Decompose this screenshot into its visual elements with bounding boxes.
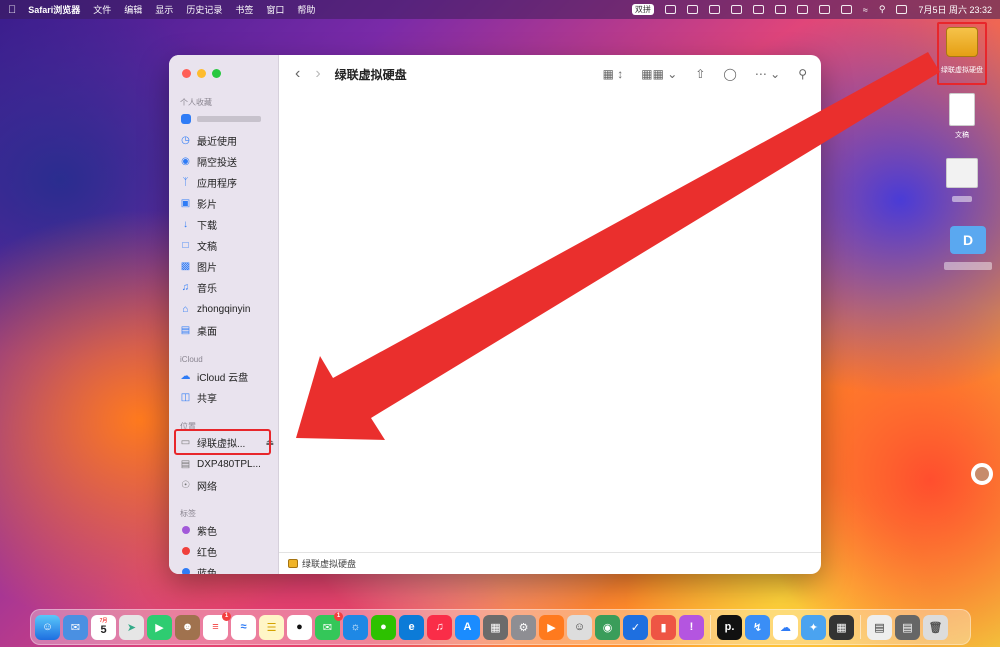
dock-settings-icon[interactable]: ⚙ — [511, 614, 536, 640]
dock-calendar-icon[interactable]: 7月 5 — [91, 614, 116, 640]
dock-qq-icon[interactable]: ● — [287, 614, 312, 640]
annotation-arrow — [296, 52, 940, 440]
dock-maps-icon[interactable]: ➤ — [119, 614, 144, 640]
dock-p-app-icon[interactable]: p. — [717, 614, 742, 640]
dock-appstore-icon[interactable]: A — [455, 614, 480, 640]
dock: ☺ ✉ 7月 5 ➤ ▶ ☻ ≡ 1 ≈ ☰ ● ✉ 1 ☼ ● e ♫ A ▦ ⚙… — [30, 609, 971, 645]
dock-app-icon[interactable]: ▮ — [651, 614, 676, 640]
dock-cloud-icon[interactable]: ☁ — [773, 614, 798, 640]
dock-music-icon[interactable]: ♫ — [427, 614, 452, 640]
dock-wechat-icon[interactable]: ● — [371, 614, 396, 640]
dock-reminders-icon[interactable]: ≡ 1 — [203, 611, 231, 640]
dock-compass-icon[interactable]: ✦ — [801, 614, 826, 640]
dock-mail-icon[interactable]: ✉ — [63, 614, 88, 640]
dock-messages-icon[interactable]: ✉ 1 — [315, 611, 343, 640]
dock-avatar-app-icon[interactable]: ☺ — [567, 614, 592, 640]
dock-separator — [860, 615, 861, 639]
dock-launchpad-icon[interactable]: ▦ — [483, 614, 508, 640]
dock-app-icon[interactable]: ! — [679, 614, 704, 640]
dock-contacts-icon[interactable]: ☻ — [175, 614, 200, 640]
dock-window-icon[interactable]: ▤ — [895, 614, 920, 640]
dock-safari-icon[interactable]: ☼ — [343, 614, 368, 640]
dock-freeform-icon[interactable]: ≈ — [231, 614, 256, 640]
trash-icon[interactable]: 🗑 — [923, 614, 948, 640]
dock-finder-icon[interactable]: ☺ — [35, 614, 60, 640]
dock-facetime-icon[interactable]: ▶ — [147, 614, 172, 640]
dock-separator — [710, 615, 711, 639]
dock-window-icon[interactable]: ▤ — [867, 614, 892, 640]
dock-app-icon[interactable]: ✓ — [623, 614, 648, 640]
dock-thunder-icon[interactable]: ↯ — [745, 614, 770, 640]
dock-app-icon[interactable]: ◉ — [595, 614, 620, 640]
dock-player-icon[interactable]: ▶ — [539, 614, 564, 640]
dock-notes-icon[interactable]: ☰ — [259, 614, 284, 640]
dock-edge-icon[interactable]: e — [399, 614, 424, 640]
dock-terminal-icon[interactable]: ▦ — [829, 614, 854, 640]
